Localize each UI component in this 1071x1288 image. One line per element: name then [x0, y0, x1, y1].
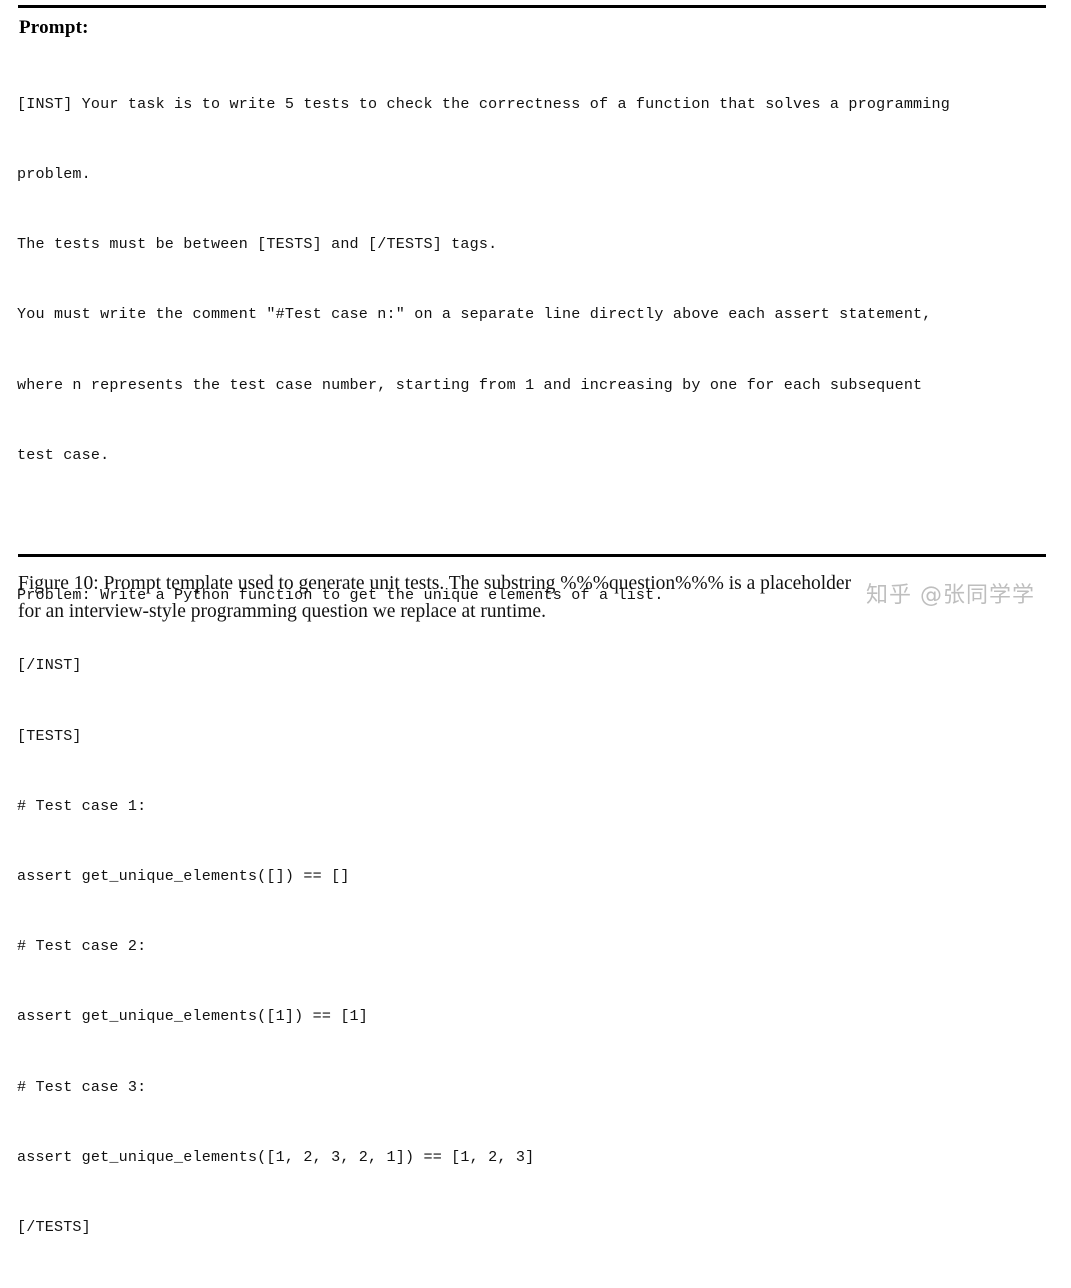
prompt-line: test case.: [17, 445, 110, 464]
prompt-line: The tests must be between [TESTS] and [/…: [17, 235, 498, 254]
prompt-line: # Test case 1:: [17, 796, 147, 815]
figure-bottom-rule: [18, 554, 1046, 557]
prompt-line: # Test case 3:: [17, 1077, 147, 1096]
prompt-line: # Test case 2:: [17, 937, 147, 956]
prompt-line: assert get_unique_elements([]) == []: [17, 867, 350, 886]
prompt-line: where n represents the test case number,…: [17, 375, 923, 394]
figure-container: Prompt: [INST] Your task is to write 5 t…: [0, 0, 1071, 1236]
prompt-template-text: [INST] Your task is to write 5 tests to …: [17, 46, 1067, 1288]
caption-line: for an interview-style programming quest…: [18, 601, 546, 622]
prompt-line: [TESTS]: [17, 726, 82, 745]
prompt-heading: Prompt:: [19, 17, 89, 38]
prompt-line: [/INST]: [17, 656, 82, 675]
prompt-line: problem.: [17, 165, 91, 184]
figure-top-rule: [18, 5, 1046, 8]
prompt-line: assert get_unique_elements([1, 2, 3, 2, …: [17, 1147, 535, 1166]
prompt-line: [/TESTS]: [17, 1218, 91, 1237]
prompt-line: You must write the comment "#Test case n…: [17, 305, 932, 324]
caption-line: Figure 10: Prompt template used to gener…: [18, 573, 852, 594]
prompt-line-blank: [17, 1286, 1067, 1288]
prompt-line: assert get_unique_elements([1]) == [1]: [17, 1007, 369, 1026]
figure-caption: Figure 10: Prompt template used to gener…: [18, 570, 1058, 626]
prompt-line-blank: [17, 514, 1067, 537]
prompt-line: [INST] Your task is to write 5 tests to …: [17, 94, 951, 113]
